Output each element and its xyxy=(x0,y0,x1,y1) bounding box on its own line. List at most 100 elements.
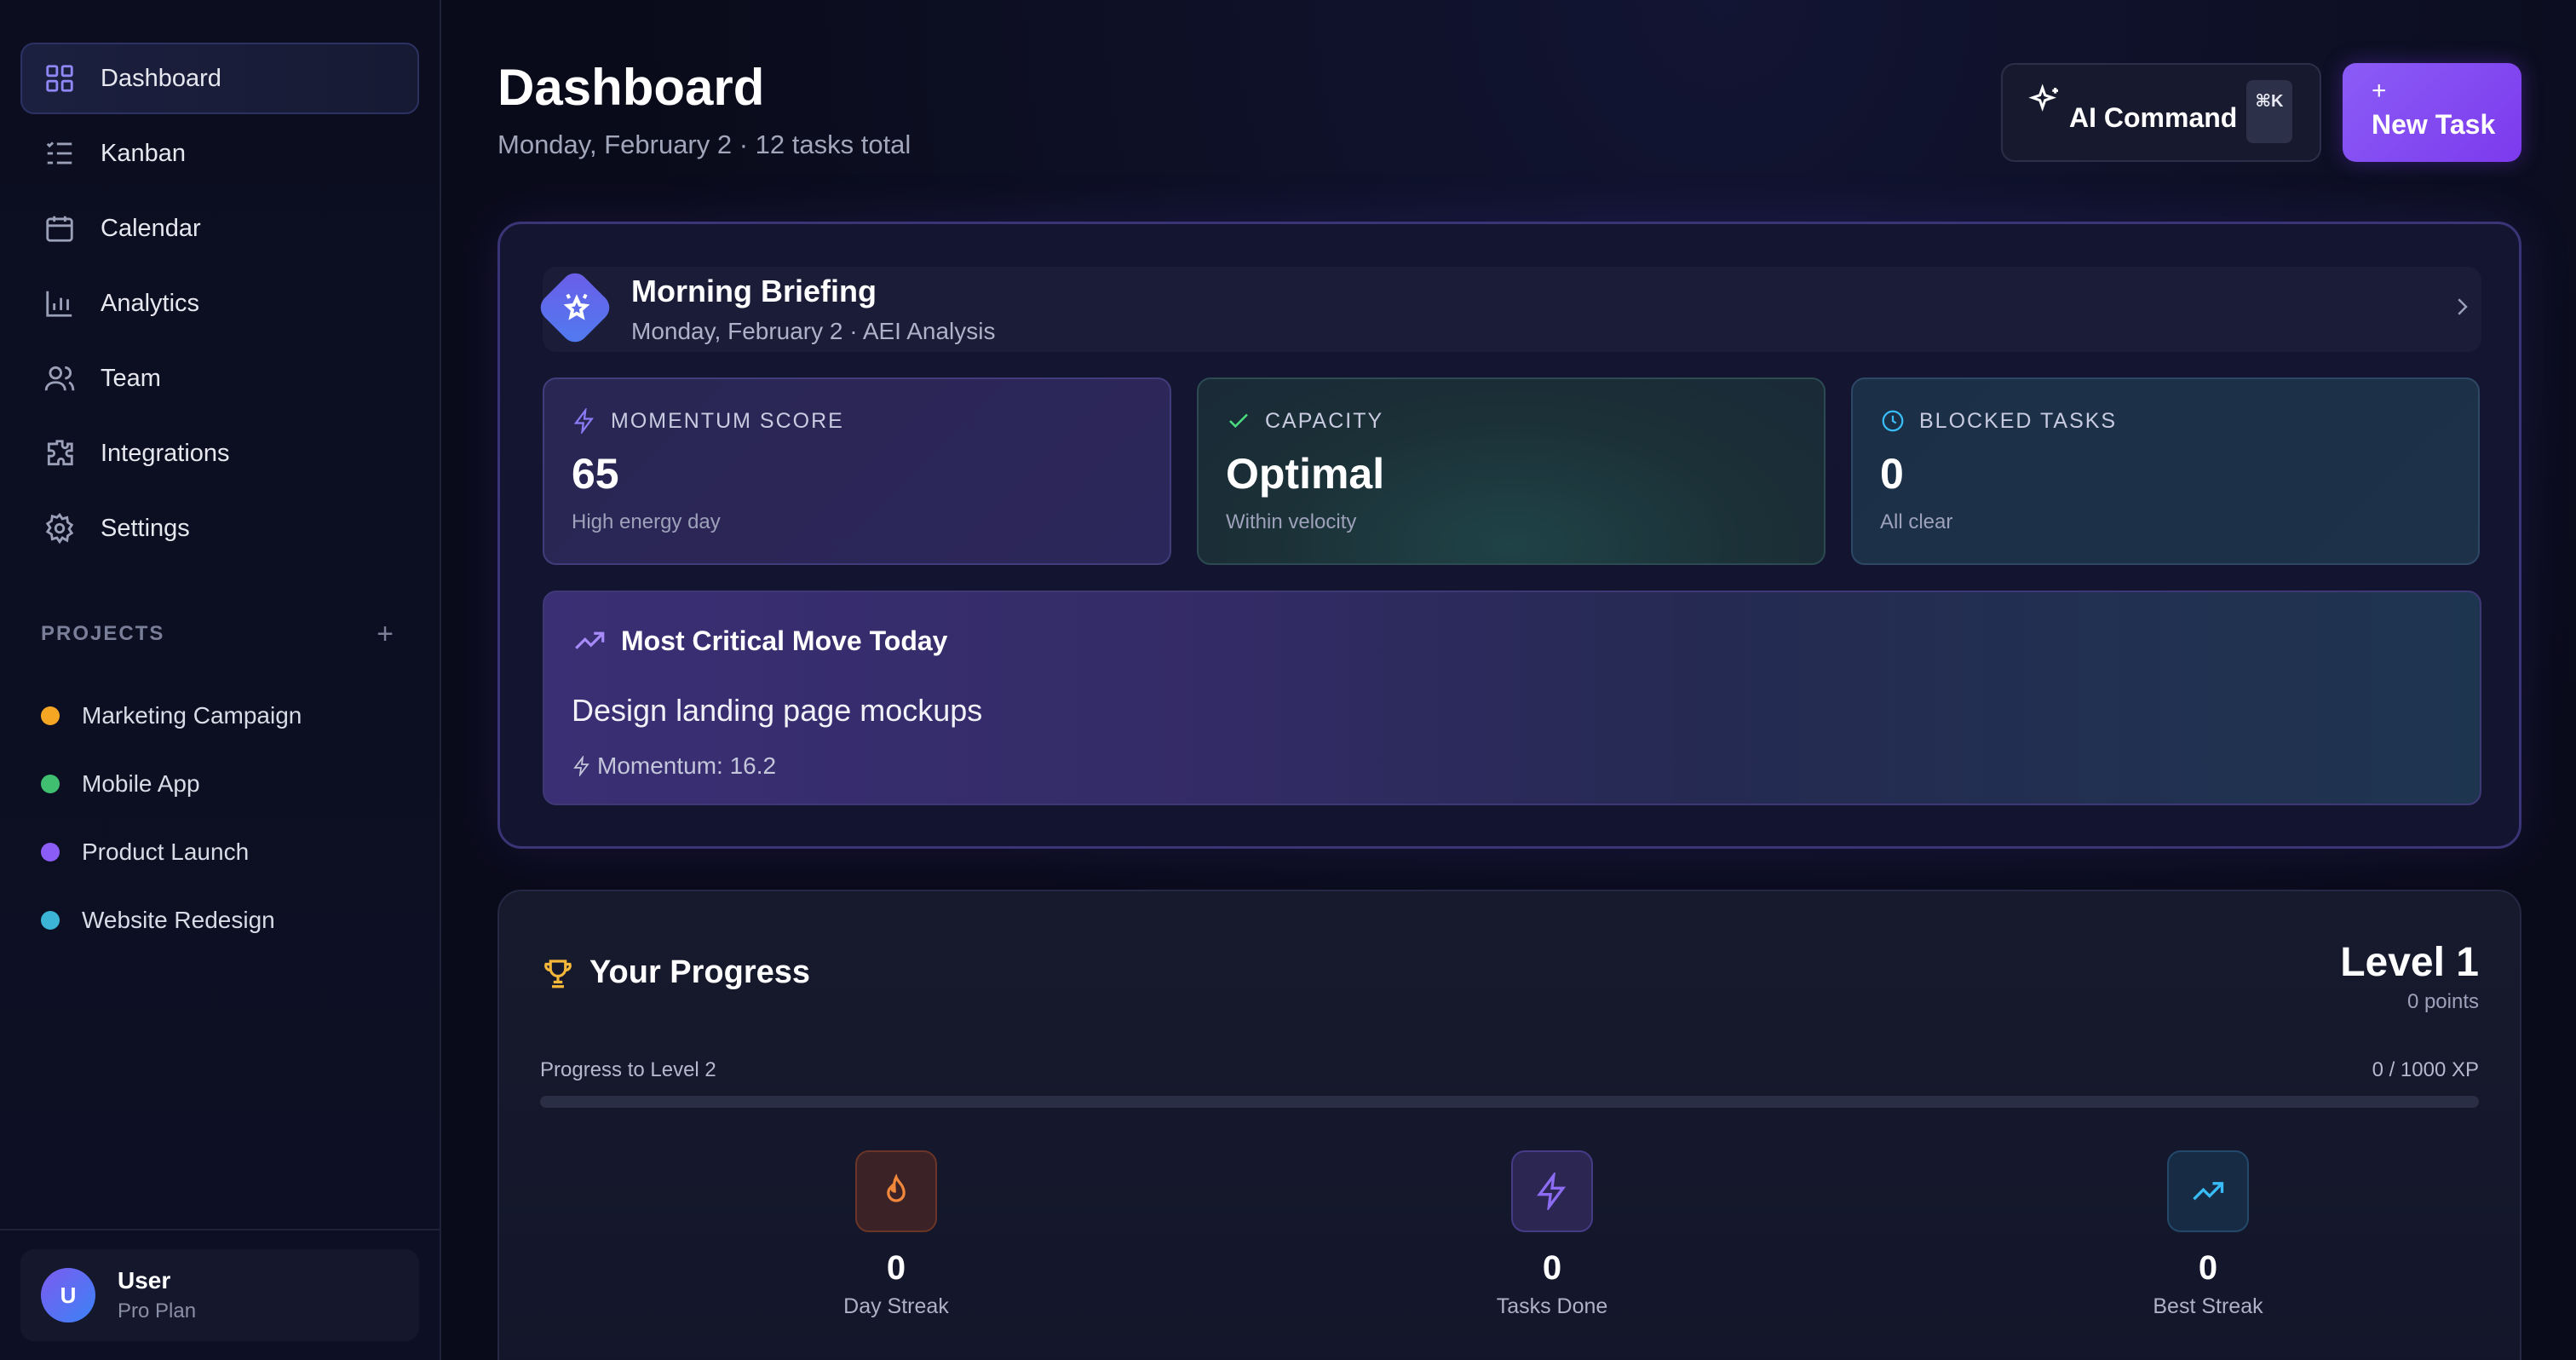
page-subtitle: Monday, February 2 · 12 tasks total xyxy=(497,130,911,159)
sidebar-item-label: Settings xyxy=(101,514,190,542)
critical-momentum: Momentum: 16.2 xyxy=(597,752,777,779)
user-plan: Pro Plan xyxy=(118,1299,197,1323)
progress-to-next: Progress to Level 2 xyxy=(540,1058,716,1081)
sidebar-item-calendar[interactable]: Calendar xyxy=(20,193,419,264)
sidebar-item-dashboard[interactable]: Dashboard xyxy=(20,43,419,114)
new-task-button[interactable]: + New Task xyxy=(2343,63,2521,162)
ai-command-label: AI Command xyxy=(2069,102,2238,133)
stat-value: Optimal xyxy=(1226,450,1385,498)
kpi-label: Best Streak xyxy=(2153,1294,2263,1318)
project-list: Marketing Campaign Mobile App Product La… xyxy=(0,682,440,954)
sidebar-item-label: Analytics xyxy=(101,289,200,317)
sidebar-item-label: Integrations xyxy=(101,439,230,467)
project-color-dot xyxy=(41,775,60,793)
ai-command-shortcut: ⌘K xyxy=(2246,80,2292,143)
kpi-day-streak: 0 Day Streak xyxy=(768,1150,1024,1319)
kpi-best-streak: 0 Best Streak xyxy=(2080,1150,2336,1319)
project-item-website-redesign[interactable]: Website Redesign xyxy=(0,886,440,954)
xp-progress-bar xyxy=(540,1096,2479,1108)
bolt-icon xyxy=(573,408,594,434)
projects-header: PROJECTS + xyxy=(41,617,395,651)
bar-chart-icon xyxy=(43,286,77,320)
user-profile-button[interactable]: U User Pro Plan xyxy=(20,1249,419,1341)
ai-command-button[interactable]: AI Command ⌘K xyxy=(2001,63,2321,162)
sidebar-item-label: Team xyxy=(101,364,161,392)
user-section: U User Pro Plan xyxy=(0,1229,440,1360)
project-color-dot xyxy=(41,911,60,930)
user-name: User xyxy=(118,1267,171,1294)
trending-up-icon xyxy=(2193,1182,2224,1201)
list-check-icon xyxy=(43,136,77,170)
stat-note: Within velocity xyxy=(1226,510,1357,533)
critical-move-card[interactable]: Most Critical Move Today Design landing … xyxy=(543,591,2481,805)
sidebar: Dashboard Kanban Calendar Analytics Team… xyxy=(0,0,441,1360)
xp-label: 0 / 1000 XP xyxy=(2372,1058,2479,1081)
stat-value: 0 xyxy=(1880,450,1904,498)
sparkles-icon xyxy=(2028,84,2058,112)
sidebar-item-analytics[interactable]: Analytics xyxy=(20,268,419,339)
add-project-button[interactable]: + xyxy=(377,618,395,651)
sidebar-item-kanban[interactable]: Kanban xyxy=(20,118,419,189)
trending-up-icon xyxy=(575,631,605,649)
project-label: Marketing Campaign xyxy=(82,702,302,729)
stat-note: High energy day xyxy=(572,510,721,533)
stat-label: CAPACITY xyxy=(1265,408,1384,433)
flame-icon xyxy=(887,1173,906,1202)
sidebar-item-settings[interactable]: Settings xyxy=(20,493,419,564)
capacity-card: CAPACITY Optimal Within velocity xyxy=(1197,377,1826,565)
trophy-icon xyxy=(544,959,572,988)
kpi-value: 0 xyxy=(886,1249,906,1287)
sidebar-nav: Dashboard Kanban Calendar Analytics Team… xyxy=(0,0,440,564)
kpi-icon-box xyxy=(1511,1150,1593,1232)
kpi-icon-box xyxy=(2167,1150,2249,1232)
sidebar-item-label: Kanban xyxy=(101,139,186,167)
kpi-icon-box xyxy=(855,1150,937,1232)
momentum-score-card: MOMENTUM SCORE 65 High energy day xyxy=(543,377,1171,565)
plus-icon: + xyxy=(2372,77,2387,105)
bolt-icon xyxy=(573,756,589,776)
sidebar-item-team[interactable]: Team xyxy=(20,343,419,414)
kpi-value: 0 xyxy=(2198,1249,2218,1287)
points-label: 0 points xyxy=(2406,990,2479,1013)
morning-briefing-card: Morning Briefing Monday, February 2 · AE… xyxy=(497,222,2521,849)
stat-label: MOMENTUM SCORE xyxy=(611,408,844,433)
progress-title: Your Progress xyxy=(589,954,811,990)
new-task-label: New Task xyxy=(2372,109,2496,140)
project-item-product-launch[interactable]: Product Launch xyxy=(0,818,440,886)
chevron-right-icon[interactable] xyxy=(2449,294,2475,320)
stat-note: All clear xyxy=(1880,510,1953,533)
blocked-tasks-card: BLOCKED TASKS 0 All clear xyxy=(1851,377,2480,565)
project-item-marketing-campaign[interactable]: Marketing Campaign xyxy=(0,682,440,750)
kpi-value: 0 xyxy=(1542,1249,1562,1287)
users-icon xyxy=(43,361,77,395)
stat-value: 65 xyxy=(572,450,619,498)
stat-label: BLOCKED TASKS xyxy=(1919,408,2118,433)
project-label: Product Launch xyxy=(82,838,250,865)
project-color-dot xyxy=(41,843,60,862)
projects-label: PROJECTS xyxy=(41,622,165,645)
project-label: Website Redesign xyxy=(82,907,275,933)
sidebar-item-integrations[interactable]: Integrations xyxy=(20,418,419,489)
kpi-tasks-done: 0 Tasks Done xyxy=(1424,1150,1680,1319)
critical-task: Design landing page mockups xyxy=(572,693,983,728)
avatar: U xyxy=(41,1268,95,1323)
kpi-label: Tasks Done xyxy=(1496,1294,1608,1318)
briefing-header[interactable]: Morning Briefing Monday, February 2 · AE… xyxy=(535,267,2481,352)
main-content: Dashboard Monday, February 2 · 12 tasks … xyxy=(441,0,2576,1360)
project-item-mobile-app[interactable]: Mobile App xyxy=(0,750,440,818)
puzzle-icon xyxy=(43,436,77,470)
clock-icon xyxy=(1882,410,1904,432)
briefing-title: Morning Briefing xyxy=(631,274,877,308)
kpi-label: Day Streak xyxy=(843,1294,949,1318)
calendar-icon xyxy=(43,211,77,245)
grid-icon xyxy=(43,61,77,95)
gear-icon xyxy=(43,511,77,545)
sidebar-item-label: Calendar xyxy=(101,214,201,242)
progress-card: Your Progress Level 1 0 points Progress … xyxy=(497,890,2521,1360)
check-icon xyxy=(1229,413,1248,429)
sparkle-star-icon xyxy=(563,293,590,320)
bolt-icon xyxy=(1537,1173,1567,1210)
sidebar-item-label: Dashboard xyxy=(101,64,221,92)
briefing-subtitle: Monday, February 2 · AEI Analysis xyxy=(631,318,996,344)
level-label: Level 1 xyxy=(2340,940,2479,985)
